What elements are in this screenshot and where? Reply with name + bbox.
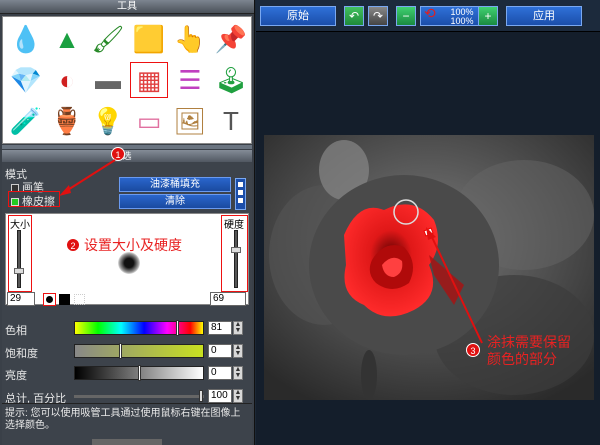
eraser-option[interactable]: 橡皮擦 xyxy=(11,193,55,209)
zoom-arrows-icon: ⟲ xyxy=(424,5,436,21)
tube-tool-icon[interactable]: 🧪 xyxy=(7,103,45,139)
cone-tool-icon[interactable]: ▲ xyxy=(48,21,86,57)
saturation-slider-thumb[interactable] xyxy=(118,343,122,359)
round-brush-option[interactable] xyxy=(43,293,56,306)
eraser-checkbox[interactable] xyxy=(11,198,19,207)
brightness-spinner[interactable]: ▲ ▼ xyxy=(233,366,243,380)
hardness-slider-thumb[interactable] xyxy=(231,247,241,254)
joystick-tool-icon[interactable]: 🕹 xyxy=(212,62,250,98)
eraser-tool-icon[interactable]: ▭ xyxy=(130,103,168,139)
brushes-tool-icon[interactable]: 🖌 xyxy=(89,21,127,57)
hint-divider xyxy=(2,403,252,404)
hardness-label: 硬度 xyxy=(224,220,244,231)
custom-brush-option[interactable] xyxy=(74,294,85,305)
zoom-out-icon[interactable]: − xyxy=(396,6,416,26)
hue-slider-thumb[interactable] xyxy=(176,320,180,336)
tools-panel-divider xyxy=(2,145,252,149)
hardness-value-field[interactable]: 69 xyxy=(210,292,246,306)
eraser-option-label: 橡皮擦 xyxy=(22,196,55,208)
scroll-up-icon xyxy=(238,182,243,187)
size-value-field[interactable]: 29 xyxy=(7,292,35,306)
tools-panel-title: 工具 xyxy=(0,0,254,14)
clear-button[interactable]: 清除 xyxy=(119,194,231,209)
hardness-slider[interactable] xyxy=(231,230,241,288)
hint-bottom-bar xyxy=(92,439,162,445)
rainbow-gradient-tool-icon[interactable]: ▦ xyxy=(130,62,168,98)
total-percent-slider[interactable] xyxy=(74,390,204,402)
smudge-tool-icon[interactable]: 👆 xyxy=(171,21,209,57)
brightness-value-field[interactable]: 0 xyxy=(208,366,232,380)
size-slider[interactable] xyxy=(14,230,24,288)
settings-panel: 选 模式 画笔 橡皮擦 油漆桶填充 清除 大小 硬度 2 设置大小及硬度 29 xyxy=(2,150,252,445)
hue-slider[interactable] xyxy=(74,320,204,336)
mode-scrollbar[interactable] xyxy=(235,178,246,210)
step3-annotation: 涂抹需要保留 颜色的部分 xyxy=(487,334,571,368)
pushpin-tool-icon[interactable]: 📌 xyxy=(212,21,250,57)
step3-annotation-line1: 涂抹需要保留 xyxy=(487,334,571,350)
brush-size-row: 29 69 xyxy=(7,292,246,306)
drop-tool-icon[interactable]: 💧 xyxy=(7,21,45,57)
zoom-in-icon[interactable]: + xyxy=(478,6,498,26)
hue-label: 色相 xyxy=(5,325,27,337)
step2-badge: 2 xyxy=(66,238,80,252)
scroll-thumb-icon xyxy=(238,190,243,195)
brightness-slider-thumb[interactable] xyxy=(137,365,141,381)
step1-arrow xyxy=(59,159,116,196)
hint-text: 提示: 您可以使用吸管工具通过使用鼠标右键在图像上选择颜色。 xyxy=(5,408,241,431)
top-toolbar: 原始 ↶ ↷ − ⟲ 100% 100% + 应用 xyxy=(256,0,600,32)
saturation-spinner[interactable]: ▲ ▼ xyxy=(233,344,243,358)
total-percent-slider-thumb[interactable] xyxy=(199,390,203,402)
size-label: 大小 xyxy=(10,220,30,231)
vase-tool-icon[interactable]: 🏺 xyxy=(48,103,86,139)
color-lines-tool-icon[interactable]: ☰ xyxy=(171,62,209,98)
square-brush-option[interactable] xyxy=(59,294,70,305)
stamp-tool-icon[interactable]: 🟨 xyxy=(130,21,168,57)
round-brush-icon xyxy=(46,296,53,303)
original-button[interactable]: 原始 xyxy=(260,6,336,26)
scroll-down-icon xyxy=(238,198,243,203)
gradient-gray-tool-icon[interactable]: ▬ xyxy=(89,62,127,98)
hue-value-field[interactable]: 81 xyxy=(208,321,232,335)
text-tool-icon[interactable]: T xyxy=(212,103,250,139)
apply-button[interactable]: 应用 xyxy=(506,6,582,26)
saturation-label: 饱和度 xyxy=(5,348,38,360)
settings-panel-title: 选 xyxy=(2,150,252,162)
total-percent-value-field[interactable]: 100 xyxy=(208,389,232,403)
brush-preview-dot xyxy=(118,252,140,274)
brightness-slider[interactable] xyxy=(74,365,204,381)
hue-spinner[interactable]: ▲ ▼ xyxy=(233,321,243,335)
brightness-label: 亮度 xyxy=(5,370,27,382)
color-circle-tool-icon[interactable]: ◐ xyxy=(48,62,86,98)
saturation-slider[interactable] xyxy=(74,343,204,359)
undo-icon[interactable]: ↶ xyxy=(344,6,364,26)
step2-annotation-text: 设置大小及硬度 xyxy=(84,237,182,253)
step3-badge: 3 xyxy=(466,343,480,357)
lightbulb-tool-icon[interactable]: 💡 xyxy=(89,103,127,139)
paint-bucket-fill-button[interactable]: 油漆桶填充 xyxy=(119,177,231,192)
tools-grid: 💧 ▲ 🖌 🟨 👆 📌 💎 ◐ ▬ ▦ ☰ 🕹 🧪 🏺 💡 ▭ 🖼 T xyxy=(2,16,252,144)
diamond-tool-icon[interactable]: 💎 xyxy=(7,62,45,98)
step3-annotation-line2: 颜色的部分 xyxy=(487,351,557,367)
photo-filter-tool-icon[interactable]: 🖼 xyxy=(171,103,209,139)
redo-icon[interactable]: ↷ xyxy=(368,6,388,26)
total-percent-spinner[interactable]: ▲ ▼ xyxy=(233,389,243,403)
size-slider-thumb[interactable] xyxy=(14,267,24,274)
saturation-value-field[interactable]: 0 xyxy=(208,344,232,358)
